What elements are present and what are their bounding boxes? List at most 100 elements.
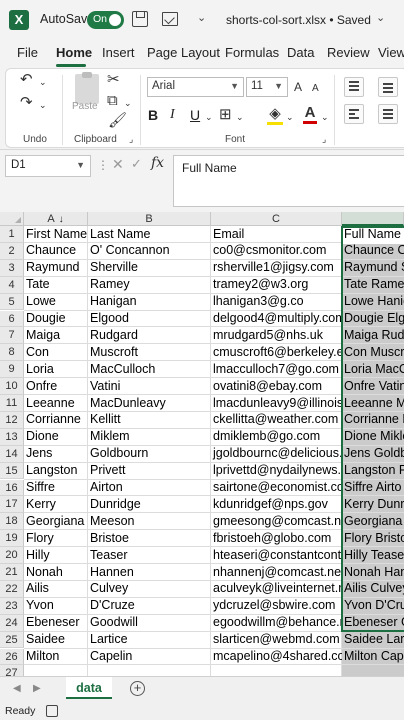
table-cell[interactable]: Jens <box>24 445 88 462</box>
table-cell[interactable]: O' Concannon <box>88 242 211 259</box>
table-cell[interactable]: Loria <box>24 361 88 378</box>
table-cell[interactable]: mrudgard5@nhs.uk <box>211 327 342 344</box>
table-cell[interactable]: Milton Cape <box>342 648 404 665</box>
clipboard-launcher-icon[interactable]: ⌟ <box>129 131 133 147</box>
table-cell[interactable]: jgoldbournc@delicious.com <box>211 445 342 462</box>
top-align-button[interactable] <box>344 77 364 97</box>
table-cell[interactable]: Sherville <box>88 259 211 276</box>
name-box[interactable]: D1 ▼ <box>5 155 91 177</box>
tab-formulas[interactable]: Formulas <box>225 45 279 60</box>
table-cell[interactable]: fbristoeh@globo.com <box>211 530 342 547</box>
table-cell[interactable]: Bristoe <box>88 530 211 547</box>
table-cell[interactable]: Muscroft <box>88 344 211 361</box>
table-cell[interactable]: Hannen <box>88 564 211 581</box>
table-cell[interactable]: aculveyk@liveinternet.ru <box>211 580 342 597</box>
borders-icon[interactable]: ⊞ <box>219 107 232 123</box>
increase-font-icon[interactable]: A <box>294 79 302 95</box>
row-header[interactable]: 10 <box>0 378 24 395</box>
table-cell[interactable]: Yvon <box>24 597 88 614</box>
table-cell[interactable]: tramey2@w3.org <box>211 276 342 293</box>
table-cell[interactable]: ovatini8@ebay.com <box>211 378 342 395</box>
row-header[interactable]: 2 <box>0 242 24 260</box>
table-cell[interactable]: Hanigan <box>88 293 211 310</box>
more-options-icon[interactable]: ⋮ <box>97 158 109 172</box>
underline-button[interactable]: U <box>190 107 200 123</box>
align-center-button[interactable] <box>378 104 398 124</box>
fill-color-icon[interactable]: ◈ <box>267 106 283 125</box>
form-icon[interactable] <box>162 12 178 26</box>
middle-align-button[interactable] <box>378 77 398 97</box>
tab-home[interactable]: Home <box>56 45 92 60</box>
table-cell[interactable]: rsherville1@jigsy.com <box>211 259 342 276</box>
table-cell[interactable]: hteaseri@constantcontact.com <box>211 547 342 564</box>
font-name-select[interactable]: Arial ▼ <box>147 77 244 97</box>
table-cell[interactable]: Ebeneser <box>24 614 88 631</box>
redo-icon[interactable]: ↷ <box>20 95 33 111</box>
tab-view[interactable]: View <box>378 45 404 60</box>
column-header-d[interactable] <box>342 212 404 226</box>
row-header[interactable]: 14 <box>0 445 24 463</box>
font-launcher-icon[interactable]: ⌟ <box>322 131 326 147</box>
table-cell[interactable]: Saidee Lart <box>342 631 404 648</box>
header-cell[interactable]: First Name <box>24 226 88 243</box>
row-header[interactable]: 23 <box>0 597 24 615</box>
tab-page-layout[interactable]: Page Layout <box>147 45 220 60</box>
column-header-b[interactable]: B <box>88 212 211 226</box>
row-header[interactable]: 11 <box>0 395 24 412</box>
row-header[interactable]: 7 <box>0 327 24 345</box>
table-cell[interactable]: lmacdunleavy9@illinois.edu <box>211 395 342 412</box>
row-header[interactable]: 15 <box>0 462 24 480</box>
table-cell[interactable]: sairtone@economist.com <box>211 479 342 496</box>
row-header[interactable]: 16 <box>0 479 24 497</box>
header-cell[interactable]: Full Name <box>342 226 404 243</box>
sheet-tab-data[interactable]: data <box>66 677 112 699</box>
save-icon[interactable] <box>132 11 148 27</box>
table-cell[interactable]: Capelin <box>88 648 211 665</box>
header-cell[interactable]: Email <box>211 226 342 243</box>
tab-data[interactable]: Data <box>287 45 314 60</box>
table-cell[interactable]: Elgood <box>88 310 211 327</box>
column-header-a[interactable]: A ↓ <box>24 212 88 226</box>
table-cell[interactable]: Dougie <box>24 310 88 327</box>
table-cell[interactable]: lmacculloch7@go.com <box>211 361 342 378</box>
table-cell[interactable]: Leeanne <box>24 395 88 412</box>
tab-insert[interactable]: Insert <box>102 45 135 60</box>
tab-file[interactable]: File <box>17 45 38 60</box>
redo-dropdown-icon[interactable]: ⌄ <box>39 97 47 113</box>
table-cell[interactable]: lprivettd@nydailynews.com <box>211 462 342 479</box>
bold-button[interactable]: B <box>148 107 158 123</box>
table-cell[interactable]: Meeson <box>88 513 211 530</box>
row-header[interactable]: 3 <box>0 259 24 277</box>
table-cell[interactable]: Georgiana <box>24 513 88 530</box>
table-cell[interactable]: Raymund <box>24 259 88 276</box>
table-cell[interactable]: co0@csmonitor.com <box>211 242 342 259</box>
cut-icon[interactable]: ✂ <box>107 72 120 88</box>
table-cell[interactable]: Vatini <box>88 378 211 395</box>
row-header[interactable]: 8 <box>0 344 24 362</box>
table-cell[interactable]: Corrianne <box>24 411 88 428</box>
row-header[interactable]: 19 <box>0 530 24 548</box>
row-header[interactable]: 6 <box>0 310 24 328</box>
table-cell[interactable]: D'Cruze <box>88 597 211 614</box>
table-cell[interactable]: Flory <box>24 530 88 547</box>
font-color-icon[interactable]: A <box>303 105 317 124</box>
table-cell[interactable]: Ramey <box>88 276 211 293</box>
next-sheet-icon[interactable]: ▶ <box>33 683 41 694</box>
formula-input[interactable]: Full Name <box>173 155 404 207</box>
table-cell[interactable]: ydcruzel@sbwire.com <box>211 597 342 614</box>
row-header[interactable]: 20 <box>0 547 24 564</box>
decrease-font-icon[interactable]: A <box>312 81 319 97</box>
table-cell[interactable]: Kellitt <box>88 411 211 428</box>
table-cell[interactable]: Maiga <box>24 327 88 344</box>
row-header[interactable]: 27 <box>0 665 24 676</box>
table-cell[interactable]: Lowe <box>24 293 88 310</box>
table-cell[interactable]: Dunridge <box>88 496 211 513</box>
table-cell[interactable]: Ailis <box>24 580 88 597</box>
italic-button[interactable]: I <box>170 107 175 123</box>
fill-color-dropdown-icon[interactable]: ⌄ <box>286 109 294 125</box>
table-cell[interactable]: Siffre <box>24 479 88 496</box>
table-cell[interactable]: dmiklemb@go.com <box>211 428 342 445</box>
undo-dropdown-icon[interactable]: ⌄ <box>39 74 47 90</box>
table-cell[interactable]: gmeesong@comcast.net <box>211 513 342 530</box>
table-cell[interactable]: MacDunleavy <box>88 395 211 412</box>
